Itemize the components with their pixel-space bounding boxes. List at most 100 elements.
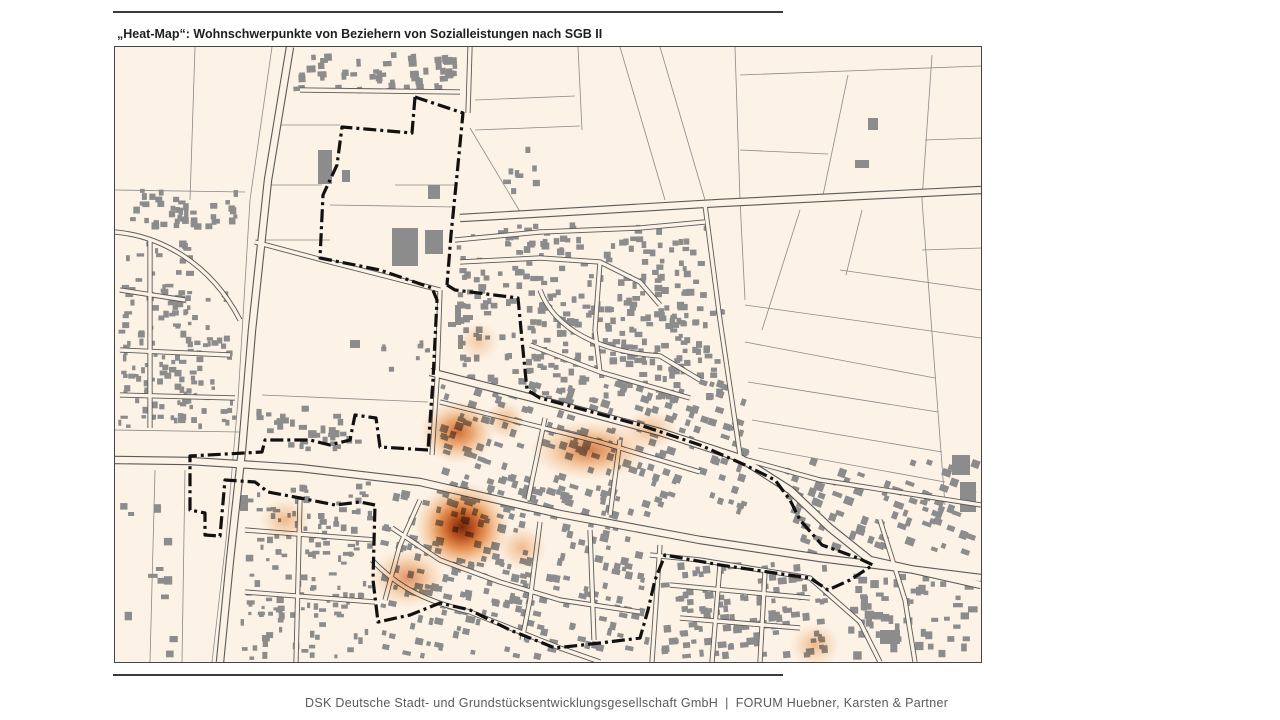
building <box>186 270 194 276</box>
building <box>127 340 131 347</box>
building <box>525 146 531 153</box>
building <box>241 647 248 651</box>
building <box>266 632 274 639</box>
building <box>141 193 147 200</box>
building <box>181 242 188 249</box>
building <box>563 341 569 347</box>
building <box>267 428 274 434</box>
building <box>382 60 392 67</box>
building <box>605 545 611 551</box>
building <box>248 611 252 616</box>
building <box>680 340 688 345</box>
building <box>211 386 215 390</box>
building <box>332 602 339 608</box>
footer-company-dsk: DSK Deutsche Stadt- und Grundstücksentwi… <box>305 696 719 710</box>
building <box>135 398 140 404</box>
building <box>717 641 727 649</box>
building <box>178 359 187 364</box>
building <box>311 54 316 61</box>
building <box>646 322 654 327</box>
building <box>676 355 683 362</box>
building <box>605 325 612 332</box>
building <box>699 649 704 657</box>
building <box>306 65 316 73</box>
building <box>123 374 128 378</box>
building <box>309 587 315 591</box>
building <box>503 179 511 185</box>
building <box>118 419 122 426</box>
building <box>940 581 947 587</box>
building <box>608 307 614 312</box>
building <box>678 239 684 245</box>
building <box>516 598 523 606</box>
building <box>610 351 616 356</box>
building <box>350 72 358 77</box>
building <box>441 54 449 62</box>
building <box>619 356 627 362</box>
building <box>122 354 127 362</box>
building <box>198 380 204 386</box>
building <box>526 261 533 266</box>
building <box>504 353 510 361</box>
building <box>679 260 684 266</box>
slide-title: „Heat-Map“: Wohnschwerpunkte von Beziehe… <box>117 27 603 41</box>
building <box>693 279 700 284</box>
building <box>961 643 967 652</box>
building <box>532 179 540 187</box>
building <box>777 577 787 585</box>
building <box>483 300 489 305</box>
building <box>185 309 189 315</box>
building <box>338 555 342 562</box>
building <box>628 245 634 252</box>
building <box>683 270 691 278</box>
building <box>530 275 539 282</box>
building <box>508 168 514 175</box>
building <box>254 580 261 587</box>
building <box>342 551 350 556</box>
building <box>629 326 634 333</box>
building <box>462 362 467 368</box>
building <box>262 641 268 647</box>
building <box>336 444 341 449</box>
building <box>357 592 363 599</box>
building <box>526 305 533 313</box>
building <box>268 611 273 616</box>
building <box>362 580 367 587</box>
building <box>550 277 559 283</box>
building <box>266 558 270 562</box>
building <box>919 586 925 595</box>
building <box>953 603 963 608</box>
building <box>278 612 285 620</box>
building <box>925 631 933 640</box>
building <box>584 376 590 382</box>
building <box>207 340 211 347</box>
building <box>353 633 358 640</box>
building <box>155 196 163 203</box>
building <box>639 372 648 377</box>
building <box>868 118 878 130</box>
building <box>682 246 690 252</box>
building <box>165 283 174 288</box>
building <box>136 253 145 257</box>
building <box>654 374 662 381</box>
building <box>537 307 546 314</box>
building <box>174 383 182 390</box>
building <box>722 624 732 632</box>
building <box>308 644 316 649</box>
building <box>290 487 296 493</box>
building <box>617 294 622 302</box>
building <box>619 330 626 336</box>
building <box>434 56 442 64</box>
building <box>727 643 735 650</box>
building <box>122 322 130 329</box>
building <box>350 340 360 348</box>
heat-spot <box>456 322 500 362</box>
building <box>669 638 679 644</box>
building <box>161 594 169 600</box>
building <box>415 356 420 361</box>
building <box>682 571 689 579</box>
building <box>358 637 363 644</box>
building <box>158 315 165 321</box>
building <box>723 598 731 606</box>
building <box>559 330 567 337</box>
